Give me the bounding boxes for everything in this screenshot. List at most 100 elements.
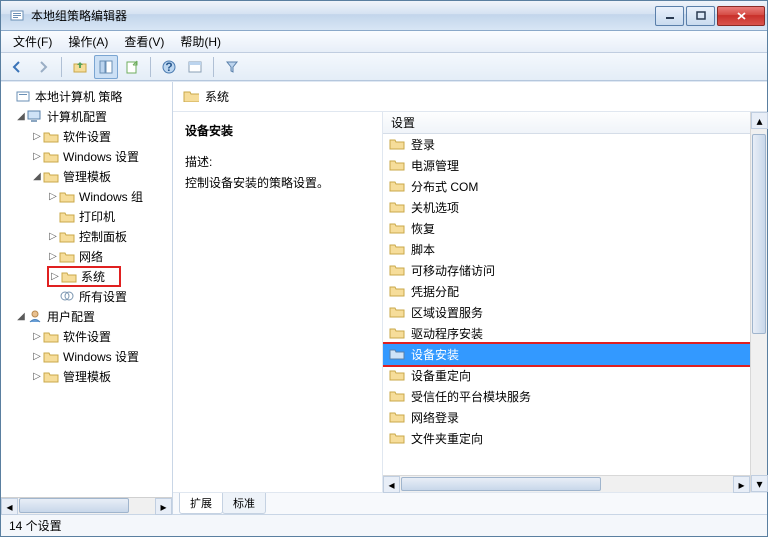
list-item-label: 可移动存储访问 bbox=[411, 262, 495, 279]
list-item[interactable]: 分布式 COM bbox=[383, 176, 750, 197]
filter-button[interactable] bbox=[220, 55, 244, 79]
minimize-button[interactable] bbox=[655, 6, 684, 26]
tree-root[interactable]: 本地计算机 策略 bbox=[3, 86, 170, 106]
folder-icon bbox=[389, 242, 405, 258]
description-text: 控制设备安装的策略设置。 bbox=[185, 174, 370, 191]
window-controls bbox=[653, 6, 765, 26]
back-button[interactable] bbox=[5, 55, 29, 79]
app-icon bbox=[9, 8, 25, 24]
list-item[interactable]: 驱动程序安装 bbox=[383, 323, 750, 344]
tree-u-software-settings[interactable]: ▷软件设置 bbox=[3, 326, 170, 346]
scroll-down-icon[interactable]: ▾ bbox=[751, 475, 768, 492]
tree-windows-components[interactable]: ▷Windows 组 bbox=[3, 186, 170, 206]
list-item-label: 关机选项 bbox=[411, 199, 459, 216]
menu-file[interactable]: 文件(F) bbox=[5, 31, 60, 52]
list-item[interactable]: 电源管理 bbox=[383, 155, 750, 176]
tree-pane: 本地计算机 策略 ◢计算机配置 ▷软件设置 ▷Windows 设置 ◢管理模板 … bbox=[1, 82, 173, 514]
tree-software-settings[interactable]: ▷软件设置 bbox=[3, 126, 170, 146]
up-button[interactable] bbox=[68, 55, 92, 79]
scroll-right-icon[interactable]: ▸ bbox=[733, 476, 750, 493]
list-item[interactable]: 设备安装 bbox=[383, 344, 750, 365]
folder-icon bbox=[389, 263, 405, 279]
list-column-header[interactable]: 设置 bbox=[383, 112, 750, 134]
tree-printers[interactable]: 打印机 bbox=[3, 206, 170, 226]
tree-windows-settings[interactable]: ▷Windows 设置 bbox=[3, 146, 170, 166]
tree-u-admin-templates[interactable]: ▷管理模板 bbox=[3, 366, 170, 386]
toolbar: ? bbox=[1, 53, 767, 81]
list-item-label: 文件夹重定向 bbox=[411, 430, 483, 447]
content-header: 系统 bbox=[173, 82, 767, 112]
description-pane: 设备安装 描述: 控制设备安装的策略设置。 bbox=[173, 112, 383, 492]
menu-view[interactable]: 查看(V) bbox=[116, 31, 172, 52]
scroll-right-icon[interactable]: ▸ bbox=[155, 498, 172, 515]
list-item[interactable]: 网络登录 bbox=[383, 407, 750, 428]
folder-icon bbox=[389, 368, 405, 384]
tree-network[interactable]: ▷网络 bbox=[3, 246, 170, 266]
tab-extended[interactable]: 扩展 bbox=[179, 493, 223, 514]
list-vscrollbar[interactable]: ▴ ▾ bbox=[750, 112, 767, 492]
folder-icon bbox=[389, 305, 405, 321]
list-item[interactable]: 设备重定向 bbox=[383, 365, 750, 386]
scroll-left-icon[interactable]: ◂ bbox=[383, 476, 400, 493]
content-pane: 系统 设备安装 描述: 控制设备安装的策略设置。 设置 登录电源管理分布式 CO… bbox=[173, 82, 767, 514]
list-item-label: 凭据分配 bbox=[411, 283, 459, 300]
folder-icon bbox=[389, 284, 405, 300]
list-item[interactable]: 脚本 bbox=[383, 239, 750, 260]
show-tree-button[interactable] bbox=[94, 55, 118, 79]
help-button[interactable]: ? bbox=[157, 55, 181, 79]
list-item-label: 电源管理 bbox=[411, 157, 459, 174]
list-item[interactable]: 文件夹重定向 bbox=[383, 428, 750, 449]
window-title: 本地组策略编辑器 bbox=[31, 7, 653, 24]
separator bbox=[61, 57, 62, 77]
description-title: 设备安装 bbox=[185, 122, 370, 139]
list-item[interactable]: 可移动存储访问 bbox=[383, 260, 750, 281]
export-button[interactable] bbox=[120, 55, 144, 79]
tree-hscrollbar[interactable]: ◂ ▸ bbox=[1, 497, 172, 514]
scroll-left-icon[interactable]: ◂ bbox=[1, 498, 18, 515]
svg-text:?: ? bbox=[165, 60, 172, 74]
list-item-label: 驱动程序安装 bbox=[411, 325, 483, 342]
list-hscrollbar[interactable]: ◂ ▸ bbox=[383, 475, 750, 492]
tree-computer-config[interactable]: ◢计算机配置 bbox=[3, 106, 170, 126]
list-item-label: 受信任的平台模块服务 bbox=[411, 388, 531, 405]
folder-icon bbox=[389, 410, 405, 426]
tree[interactable]: 本地计算机 策略 ◢计算机配置 ▷软件设置 ▷Windows 设置 ◢管理模板 … bbox=[1, 82, 172, 497]
scroll-thumb[interactable] bbox=[752, 134, 766, 334]
forward-button[interactable] bbox=[31, 55, 55, 79]
properties-button[interactable] bbox=[183, 55, 207, 79]
folder-icon bbox=[389, 158, 405, 174]
close-button[interactable] bbox=[717, 6, 765, 26]
scroll-thumb[interactable] bbox=[19, 498, 129, 513]
scroll-up-icon[interactable]: ▴ bbox=[751, 112, 768, 129]
folder-icon bbox=[389, 347, 405, 363]
menu-help[interactable]: 帮助(H) bbox=[172, 31, 229, 52]
app-window: 本地组策略编辑器 文件(F) 操作(A) 查看(V) 帮助(H) ? 本地计算机… bbox=[0, 0, 768, 537]
list-item[interactable]: 区域设置服务 bbox=[383, 302, 750, 323]
folder-icon bbox=[389, 431, 405, 447]
titlebar: 本地组策略编辑器 bbox=[1, 1, 767, 31]
menu-action[interactable]: 操作(A) bbox=[60, 31, 116, 52]
main-body: 本地计算机 策略 ◢计算机配置 ▷软件设置 ▷Windows 设置 ◢管理模板 … bbox=[1, 81, 767, 514]
list-item-label: 设备重定向 bbox=[411, 367, 471, 384]
scroll-thumb[interactable] bbox=[401, 477, 601, 491]
list-item[interactable]: 恢复 bbox=[383, 218, 750, 239]
tree-control-panel[interactable]: ▷控制面板 bbox=[3, 226, 170, 246]
tree-u-windows-settings[interactable]: ▷Windows 设置 bbox=[3, 346, 170, 366]
list-item-label: 登录 bbox=[411, 136, 435, 153]
list-item[interactable]: 凭据分配 bbox=[383, 281, 750, 302]
list-body[interactable]: 登录电源管理分布式 COM 关机选项恢复脚本可移动存储访问凭据分配区域设置服务驱动… bbox=[383, 134, 750, 475]
tree-user-config[interactable]: ◢用户配置 bbox=[3, 306, 170, 326]
list-item[interactable]: 登录 bbox=[383, 134, 750, 155]
tree-all-settings[interactable]: 所有设置 bbox=[3, 286, 170, 306]
list-item[interactable]: 受信任的平台模块服务 bbox=[383, 386, 750, 407]
maximize-button[interactable] bbox=[686, 6, 715, 26]
tree-admin-templates[interactable]: ◢管理模板 bbox=[3, 166, 170, 186]
folder-icon bbox=[389, 221, 405, 237]
list-item[interactable]: 关机选项 bbox=[383, 197, 750, 218]
menubar: 文件(F) 操作(A) 查看(V) 帮助(H) bbox=[1, 31, 767, 53]
tree-system[interactable]: ▷系统 bbox=[3, 266, 170, 286]
tab-standard[interactable]: 标准 bbox=[222, 493, 266, 514]
list-item-label: 网络登录 bbox=[411, 409, 459, 426]
separator bbox=[213, 57, 214, 77]
separator bbox=[150, 57, 151, 77]
